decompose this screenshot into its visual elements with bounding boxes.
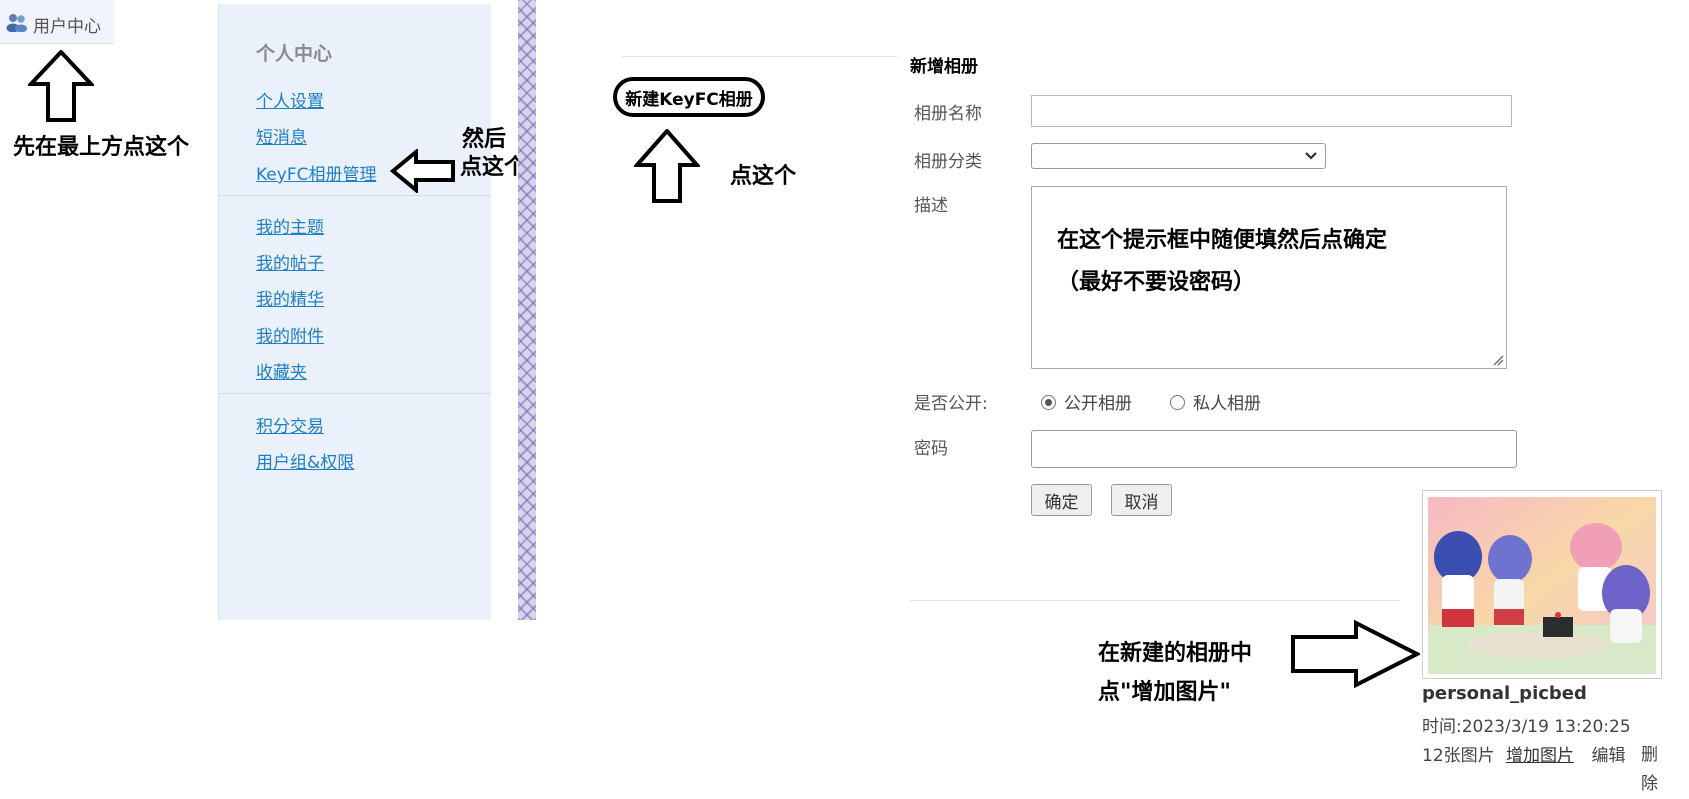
annotation-step4-line1: 在这个提示框中随便填然后点确定 (1057, 228, 1388, 253)
album-cover-image (1428, 497, 1656, 674)
arrow-left-icon (390, 149, 455, 193)
sidebar-divider (219, 195, 491, 196)
delete-link[interactable]: 删除 (1641, 741, 1669, 799)
panel-top-divider (622, 56, 897, 57)
sidebar-item-album-manage[interactable]: KeyFC相册管理 (256, 160, 376, 185)
add-photo-link[interactable]: 增加图片 (1506, 746, 1574, 766)
album-name-label: 相册名称 (914, 104, 982, 124)
annotation-step2-line2: 点这个 (460, 154, 527, 180)
new-album-button[interactable]: 新建KeyFC相册 (613, 77, 765, 117)
cancel-button[interactable]: 取消 (1111, 484, 1172, 516)
album-time: 时间:2023/3/19 13:20:25 (1422, 717, 1631, 737)
annotation-step3: 点这个 (730, 164, 797, 189)
sidebar-item-my-posts[interactable]: 我的帖子 (256, 249, 324, 274)
sidebar-item-my-attachments[interactable]: 我的附件 (256, 322, 324, 347)
sidebar: 个人中心 个人设置 短消息 KeyFC相册管理 我的主题 我的帖子 我的精华 我… (218, 4, 491, 620)
sidebar-item-points-trade[interactable]: 积分交易 (256, 412, 324, 437)
annotation-step1: 先在最上方点这个 (13, 135, 190, 160)
private-radio[interactable] (1170, 395, 1185, 410)
album-category-label: 相册分类 (914, 152, 982, 172)
description-label: 描述 (914, 196, 948, 216)
delete-link-label: 删除 (1641, 745, 1658, 794)
chevron-down-icon (1305, 152, 1317, 160)
private-option-label: 私人相册 (1193, 394, 1261, 414)
album-name-input[interactable] (1031, 95, 1512, 127)
annotation-step5-line2: 点"增加图片" (1098, 679, 1231, 705)
album-actions: 12张图片 增加图片 编辑 (1422, 741, 1625, 766)
album-name: personal_picbed (1422, 683, 1587, 704)
decorative-lattice-strip (518, 0, 536, 620)
sidebar-item-messages[interactable]: 短消息 (256, 123, 307, 148)
album-category-select[interactable] (1031, 143, 1326, 169)
annotation-step5: 在新建的相册中 点"增加图片" (1098, 635, 1252, 712)
sidebar-title: 个人中心 (256, 43, 333, 65)
user-center-link[interactable]: 用户中心 (0, 0, 114, 44)
edit-link[interactable]: 编辑 (1591, 746, 1625, 766)
sidebar-item-favorites[interactable]: 收藏夹 (256, 358, 307, 383)
annotation-step5-line1: 在新建的相册中 (1098, 641, 1253, 666)
sidebar-item-my-digest[interactable]: 我的精华 (256, 285, 324, 310)
public-radio[interactable] (1041, 395, 1056, 410)
resize-handle-icon[interactable] (1493, 355, 1504, 366)
public-option-label: 公开相册 (1064, 394, 1132, 414)
form-bottom-divider (910, 600, 1400, 601)
annotation-step4: 在这个提示框中随便填然后点确定 （最好不要设密码） (1057, 220, 1387, 304)
album-photo-count: 12张图片 (1422, 746, 1495, 766)
annotation-step2: 然后 点这个 (460, 126, 526, 181)
arrow-up-icon (28, 50, 94, 122)
sidebar-item-usergroup[interactable]: 用户组&权限 (256, 448, 354, 473)
album-thumbnail[interactable] (1422, 490, 1662, 679)
arrow-right-icon (1291, 620, 1420, 688)
annotation-step4-note: （最好不要设密码） (1057, 269, 1256, 295)
form-title: 新增相册 (910, 57, 978, 77)
password-input[interactable] (1031, 430, 1517, 468)
arrow-up-icon (634, 129, 700, 203)
user-center-label: 用户中心 (33, 17, 101, 37)
users-icon (6, 14, 27, 32)
public-label: 是否公开: (914, 394, 988, 414)
ok-button[interactable]: 确定 (1031, 484, 1092, 516)
password-label: 密码 (914, 439, 948, 459)
sidebar-item-my-topics[interactable]: 我的主题 (256, 213, 324, 238)
sidebar-item-personal-settings[interactable]: 个人设置 (256, 87, 324, 112)
annotation-step2-line1: 然后 (462, 127, 507, 152)
sidebar-divider (219, 393, 491, 394)
